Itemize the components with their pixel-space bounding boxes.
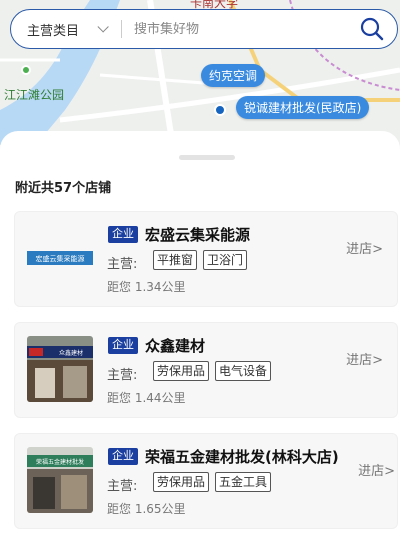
business-tag: 劳保用品 bbox=[153, 361, 210, 381]
shop-card[interactable]: 荣福五金建材批发 企业 荣福五金建材批发(林科大店) 主营: 劳保用品 五金工具… bbox=[14, 433, 398, 529]
search-icon[interactable] bbox=[359, 16, 385, 42]
search-bar: 主营类目 bbox=[10, 9, 398, 49]
shop-thumbnail: 荣福五金建材批发 bbox=[27, 447, 93, 513]
park-pin-icon bbox=[21, 65, 31, 75]
shop-name[interactable]: 众鑫建材 bbox=[145, 335, 205, 356]
enter-shop-link[interactable]: 进店> bbox=[358, 460, 395, 479]
shop-distance: 距您 1.34公里 bbox=[107, 280, 186, 294]
enter-shop-link[interactable]: 进店> bbox=[346, 238, 383, 257]
map-label-park: 江江滩公园 bbox=[4, 88, 65, 102]
enterprise-badge: 企业 bbox=[108, 226, 138, 243]
nearby-prefix: 附近共 bbox=[15, 181, 55, 196]
nearby-number: 57 bbox=[54, 181, 73, 196]
main-business-label: 主营: bbox=[107, 479, 138, 494]
poi-bubble-ruicheng[interactable]: 锐诚建材批发(民政店) bbox=[236, 96, 370, 119]
category-dropdown[interactable]: 主营类目 bbox=[11, 20, 121, 39]
chevron-down-icon bbox=[97, 21, 109, 33]
business-tag: 劳保用品 bbox=[153, 472, 210, 492]
shop-thumbnail: 宏盛云集采能源 bbox=[27, 225, 93, 291]
enter-shop-link[interactable]: 进店> bbox=[346, 349, 383, 368]
enterprise-badge: 企业 bbox=[108, 448, 138, 465]
shop-name[interactable]: 宏盛云集采能源 bbox=[145, 224, 250, 245]
poi-bubble-york[interactable]: 约克空调 bbox=[201, 64, 266, 87]
enterprise-badge: 企业 bbox=[108, 337, 138, 354]
business-tag: 卫浴门 bbox=[203, 250, 248, 270]
location-pin-icon[interactable] bbox=[214, 104, 226, 116]
search-input[interactable] bbox=[122, 21, 359, 37]
thumb-sign-text: 荣福五金建材批发 bbox=[36, 458, 84, 466]
business-tag: 电气设备 bbox=[215, 361, 272, 381]
nearby-count: 附近共57个店铺 bbox=[15, 177, 111, 196]
shop-distance: 距您 1.65公里 bbox=[107, 502, 186, 516]
business-tags: 平推窗 卫浴门 bbox=[153, 250, 248, 270]
shop-list-panel: 附近共57个店铺 宏盛云集采能源 企业 宏盛云集采能源 主营: 平推窗 卫浴门 … bbox=[0, 131, 400, 540]
shop-thumbnail: 众鑫建材 bbox=[27, 336, 93, 402]
shop-distance: 距您 1.44公里 bbox=[107, 391, 186, 405]
shop-name[interactable]: 荣福五金建材批发(林科大店) bbox=[145, 446, 339, 467]
thumb-sign-text: 众鑫建材 bbox=[59, 349, 83, 357]
main-business-label: 主营: bbox=[107, 257, 138, 272]
thumb-sign-text: 宏盛云集采能源 bbox=[36, 254, 85, 263]
main-business-label: 主营: bbox=[107, 368, 138, 383]
drag-handle[interactable] bbox=[179, 155, 235, 160]
shop-card[interactable]: 宏盛云集采能源 企业 宏盛云集采能源 主营: 平推窗 卫浴门 距您 1.34公里… bbox=[14, 211, 398, 307]
business-tag: 五金工具 bbox=[215, 472, 272, 492]
shop-card[interactable]: 众鑫建材 企业 众鑫建材 主营: 劳保用品 电气设备 距您 1.44公里 进店> bbox=[14, 322, 398, 418]
nearby-suffix: 个店铺 bbox=[72, 181, 112, 196]
business-tags: 劳保用品 五金工具 bbox=[153, 472, 272, 492]
business-tags: 劳保用品 电气设备 bbox=[153, 361, 272, 381]
category-label: 主营类目 bbox=[27, 23, 80, 39]
business-tag: 平推窗 bbox=[153, 250, 198, 270]
